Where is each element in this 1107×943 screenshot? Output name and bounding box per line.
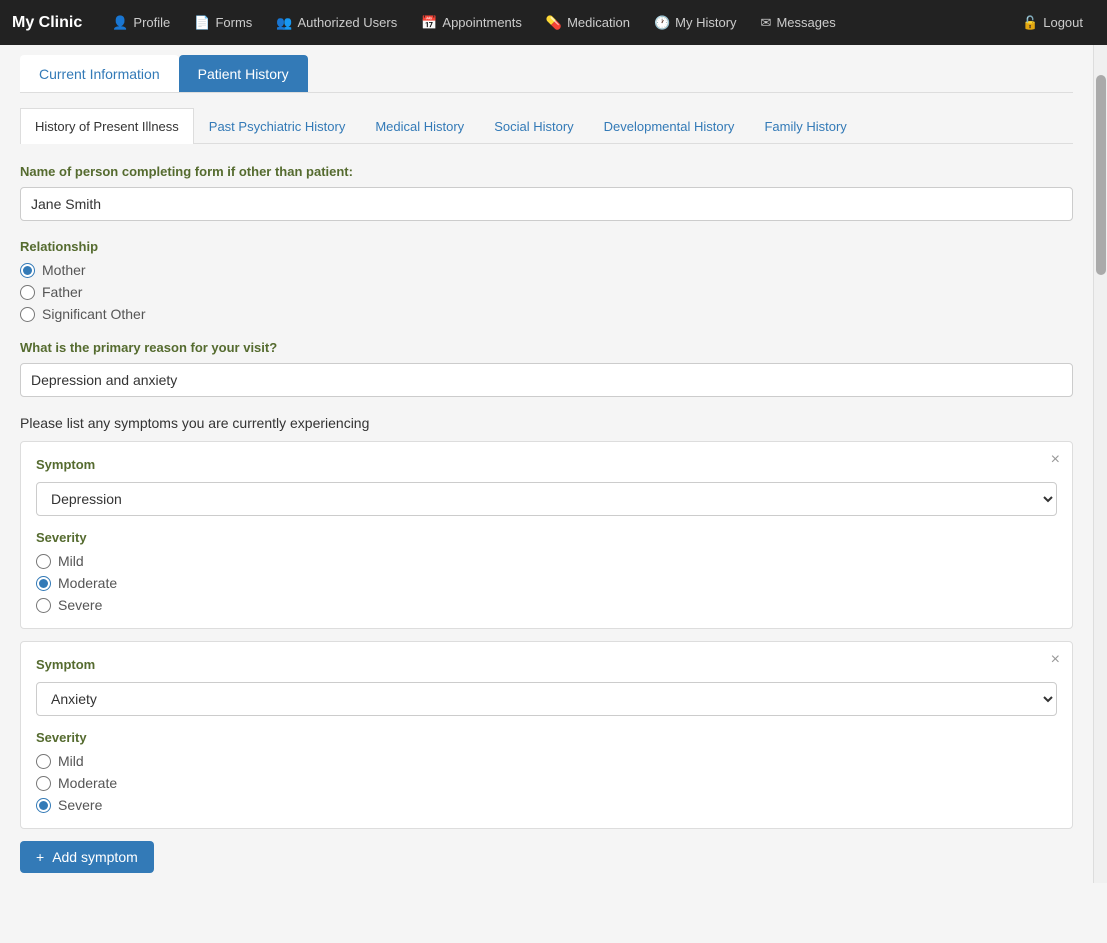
- nav-authorized-users[interactable]: 👥 Authorized Users: [264, 0, 409, 45]
- logout-icon: 🔓: [1022, 15, 1038, 31]
- tab-patient-history[interactable]: Patient History: [179, 55, 308, 92]
- severity-severe-input-2[interactable]: [36, 798, 51, 813]
- severity-severe-1[interactable]: Severe: [36, 597, 1057, 613]
- severity-radio-group-1: Mild Moderate Severe: [36, 553, 1057, 613]
- messages-icon: ✉: [761, 15, 772, 31]
- severity-mild-2[interactable]: Mild: [36, 753, 1057, 769]
- severity-mild-input-1[interactable]: [36, 554, 51, 569]
- relationship-label: Relationship: [20, 239, 1073, 254]
- severity-severe-input-1[interactable]: [36, 598, 51, 613]
- nav-my-history[interactable]: 🕐 My History: [642, 0, 749, 45]
- tab-social-history[interactable]: Social History: [479, 108, 588, 144]
- nav-messages[interactable]: ✉ Messages: [749, 0, 848, 45]
- tab-family-history[interactable]: Family History: [749, 108, 861, 144]
- medication-icon: 💊: [546, 15, 562, 31]
- radio-father[interactable]: Father: [20, 284, 1073, 300]
- symptoms-header: Please list any symptoms you are current…: [20, 415, 1073, 431]
- radio-father-input[interactable]: [20, 285, 35, 300]
- add-symptom-button[interactable]: + Add symptom: [20, 841, 154, 873]
- severity-moderate-input-2[interactable]: [36, 776, 51, 791]
- visit-reason-section: What is the primary reason for your visi…: [20, 340, 1073, 397]
- severity-moderate-input-1[interactable]: [36, 576, 51, 591]
- radio-mother-input[interactable]: [20, 263, 35, 278]
- navbar: My Clinic 👤 Profile 📄 Forms 👥 Authorized…: [0, 0, 1107, 45]
- severity-moderate-2[interactable]: Moderate: [36, 775, 1057, 791]
- visit-reason-label: What is the primary reason for your visi…: [20, 340, 1073, 355]
- name-section: Name of person completing form if other …: [20, 164, 1073, 221]
- authorized-users-icon: 👥: [276, 15, 292, 31]
- symptom-label-2: Symptom: [36, 657, 1057, 672]
- secondary-tabs: History of Present Illness Past Psychiat…: [20, 108, 1073, 144]
- nav-medication[interactable]: 💊 Medication: [534, 0, 642, 45]
- tab-current-information[interactable]: Current Information: [20, 55, 179, 92]
- relationship-radio-group: Mother Father Significant Other: [20, 262, 1073, 322]
- name-label: Name of person completing form if other …: [20, 164, 1073, 179]
- radio-significant-other[interactable]: Significant Other: [20, 306, 1073, 322]
- symptom-close-1[interactable]: ×: [1051, 452, 1060, 468]
- scrollbar-track: [1093, 45, 1107, 883]
- nav-profile[interactable]: 👤 Profile: [100, 0, 182, 45]
- outer-layout: Current Information Patient History Hist…: [0, 45, 1107, 883]
- appointments-icon: 📅: [421, 15, 437, 31]
- symptom-select-2[interactable]: Depression Anxiety Other: [36, 682, 1057, 716]
- plus-icon: +: [36, 849, 44, 865]
- forms-icon: 📄: [194, 15, 210, 31]
- symptom-select-1[interactable]: Depression Anxiety Other: [36, 482, 1057, 516]
- severity-mild-1[interactable]: Mild: [36, 553, 1057, 569]
- symptom-close-2[interactable]: ×: [1051, 652, 1060, 668]
- severity-severe-2[interactable]: Severe: [36, 797, 1057, 813]
- severity-mild-input-2[interactable]: [36, 754, 51, 769]
- nav-forms[interactable]: 📄 Forms: [182, 0, 264, 45]
- tab-developmental-history[interactable]: Developmental History: [589, 108, 750, 144]
- main-area: Current Information Patient History Hist…: [0, 45, 1093, 883]
- top-tabs: Current Information Patient History: [20, 55, 1073, 93]
- radio-significant-other-input[interactable]: [20, 307, 35, 322]
- tab-history-present-illness[interactable]: History of Present Illness: [20, 108, 194, 144]
- navbar-right: 🔓 Logout: [1010, 0, 1095, 45]
- symptom-card-1: Symptom × Depression Anxiety Other Sever…: [20, 441, 1073, 629]
- scrollbar-thumb[interactable]: [1096, 75, 1106, 275]
- severity-moderate-1[interactable]: Moderate: [36, 575, 1057, 591]
- symptom-label-1: Symptom: [36, 457, 1057, 472]
- severity-radio-group-2: Mild Moderate Severe: [36, 753, 1057, 813]
- nav-appointments[interactable]: 📅 Appointments: [409, 0, 534, 45]
- navbar-brand: My Clinic: [12, 14, 82, 32]
- tab-medical-history[interactable]: Medical History: [360, 108, 479, 144]
- severity-label-1: Severity: [36, 530, 1057, 545]
- severity-label-2: Severity: [36, 730, 1057, 745]
- my-history-icon: 🕐: [654, 15, 670, 31]
- visit-reason-input[interactable]: [20, 363, 1073, 397]
- profile-icon: 👤: [112, 15, 128, 31]
- symptom-card-2: Symptom × Depression Anxiety Other Sever…: [20, 641, 1073, 829]
- radio-mother[interactable]: Mother: [20, 262, 1073, 278]
- nav-logout[interactable]: 🔓 Logout: [1010, 0, 1095, 45]
- name-input[interactable]: [20, 187, 1073, 221]
- relationship-section: Relationship Mother Father Significant O…: [20, 239, 1073, 322]
- tab-past-psychiatric[interactable]: Past Psychiatric History: [194, 108, 361, 144]
